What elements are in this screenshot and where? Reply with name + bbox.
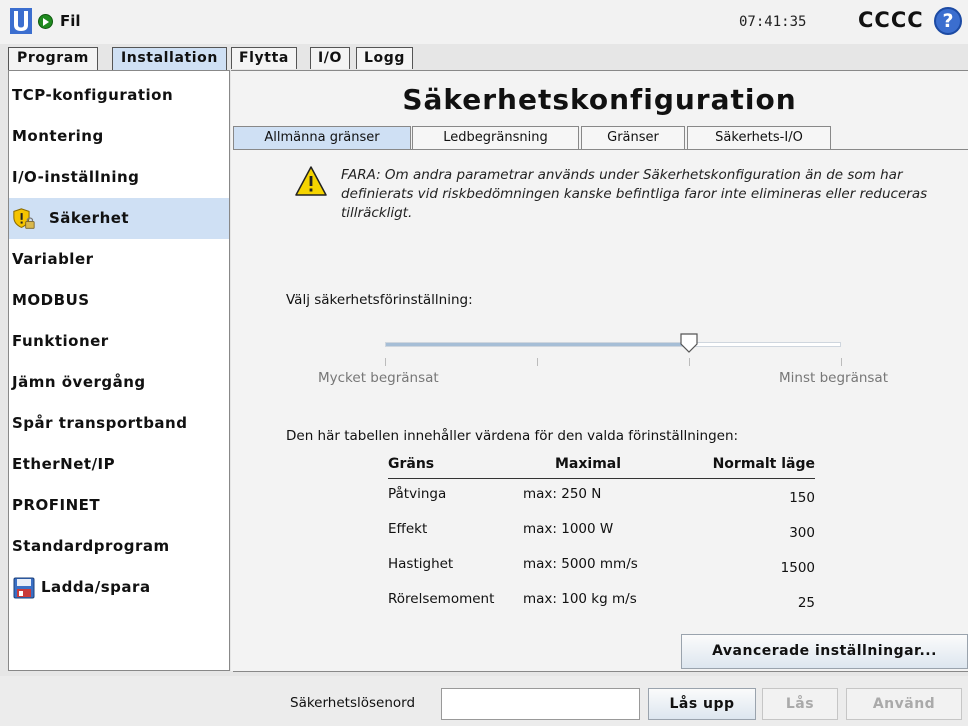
clock: 07:41:35 <box>739 14 807 30</box>
tab-boundaries[interactable]: Gränser <box>581 126 685 149</box>
safety-preset-slider-fill <box>386 343 690 346</box>
page-title: Säkerhetskonfiguration <box>402 83 797 116</box>
robot-name: CCCC <box>858 8 924 32</box>
sidebar-item-load-save[interactable]: Ladda/spara <box>9 567 229 608</box>
tab-program[interactable]: Program <box>8 47 98 70</box>
tab-flytta[interactable]: Flytta <box>231 47 297 69</box>
installation-sidebar: TCP-konfiguration Montering I/O-inställn… <box>8 70 230 671</box>
table-header-divider <box>388 478 815 479</box>
table-cell-limit: Effekt <box>388 521 428 537</box>
column-header-maximum: Maximal <box>555 456 622 472</box>
danger-warning-text: FARA: Om andra parametrar används under … <box>341 167 928 221</box>
table-row: Rörelsemoment max: 100 kg m/s 25 <box>388 591 815 625</box>
ur-logo-icon <box>10 8 32 34</box>
slider-tick <box>689 358 690 366</box>
sidebar-item-tcp-configuration[interactable]: TCP-konfiguration <box>9 75 229 116</box>
safety-configuration-panel: Säkerhetskonfiguration Allmänna gränser … <box>231 70 968 672</box>
table-row: Hastighet max: 5000 mm/s 1500 <box>388 556 815 590</box>
robot-running-status-icon[interactable] <box>38 14 53 29</box>
table-cell-limit: Påtvinga <box>388 486 447 502</box>
sidebar-item-features[interactable]: Funktioner <box>9 321 229 362</box>
advanced-settings-button[interactable]: Avancerade inställningar... <box>681 634 968 669</box>
table-cell-limit: Hastighet <box>388 556 454 572</box>
apply-button[interactable]: Använd <box>846 688 962 720</box>
file-menu[interactable]: Fil <box>60 12 81 30</box>
sidebar-item-smooth-transition[interactable]: Jämn övergång <box>9 362 229 403</box>
safety-preset-slider-track[interactable] <box>385 342 841 347</box>
bottom-bar: Säkerhetslösenord Lås upp Lås Använd <box>0 676 968 726</box>
sidebar-item-mounting[interactable]: Montering <box>9 116 229 157</box>
table-row: Påtvinga max: 250 N 150 <box>388 486 815 520</box>
table-cell-normal: 300 <box>789 525 815 541</box>
tab-io[interactable]: I/O <box>310 47 351 69</box>
floppy-disk-icon <box>13 577 35 599</box>
sidebar-item-default-program[interactable]: Standardprogram <box>9 526 229 567</box>
tab-logg[interactable]: Logg <box>356 47 413 69</box>
sidebar-item-io-setup[interactable]: I/O-inställning <box>9 157 229 198</box>
safety-password-input[interactable] <box>441 688 640 720</box>
safety-preset-slider-handle[interactable] <box>680 333 698 353</box>
table-cell-limit: Rörelsemoment <box>388 591 495 607</box>
table-row: Effekt max: 1000 W 300 <box>388 521 815 555</box>
sidebar-item-label: Säkerhet <box>49 209 130 227</box>
table-cell-normal: 150 <box>789 490 815 506</box>
slider-tick <box>385 358 386 366</box>
table-cell-maximum: max: 100 kg m/s <box>523 591 637 607</box>
table-cell-maximum: max: 250 N <box>523 486 602 502</box>
tab-safety-io[interactable]: Säkerhets-I/O <box>687 126 831 149</box>
table-cell-maximum: max: 5000 mm/s <box>523 556 638 572</box>
column-header-normal-mode: Normalt läge <box>712 456 815 472</box>
top-bar: Fil 07:41:35 CCCC ? <box>0 0 968 44</box>
sidebar-item-variables[interactable]: Variabler <box>9 239 229 280</box>
slider-tick <box>841 358 842 366</box>
lock-button[interactable]: Lås <box>762 688 838 720</box>
sidebar-item-conveyor-tracking[interactable]: Spår transportband <box>9 403 229 444</box>
slider-tick <box>537 358 538 366</box>
slider-max-label: Minst begränsat <box>779 370 888 386</box>
slider-min-label: Mycket begränsat <box>318 370 439 386</box>
safety-password-label: Säkerhetslösenord <box>290 695 416 711</box>
tab-installation[interactable]: Installation <box>112 47 227 71</box>
sidebar-item-safety[interactable]: Säkerhet <box>9 198 229 239</box>
sidebar-item-modbus[interactable]: MODBUS <box>9 280 229 321</box>
unlock-button[interactable]: Lås upp <box>648 688 756 720</box>
shield-warning-lock-icon <box>13 208 35 229</box>
sidebar-item-profinet[interactable]: PROFINET <box>9 485 229 526</box>
preset-label: Välj säkerhetsförinställning: <box>286 292 473 308</box>
warning-triangle-icon <box>295 166 327 196</box>
general-limits-tabpanel: FARA: Om andra parametrar används under … <box>233 149 968 672</box>
tab-joint-limits[interactable]: Ledbegränsning <box>412 126 579 149</box>
table-cell-normal: 1500 <box>780 560 815 576</box>
tab-general-limits[interactable]: Allmänna gränser <box>233 126 411 150</box>
table-intro-text: Den här tabellen innehåller värdena för … <box>286 428 739 444</box>
table-cell-normal: 25 <box>797 595 815 611</box>
help-icon[interactable]: ? <box>934 7 962 35</box>
column-header-limit: Gräns <box>388 456 435 472</box>
sidebar-item-ethernet-ip[interactable]: EtherNet/IP <box>9 444 229 485</box>
table-cell-maximum: max: 1000 W <box>523 521 614 537</box>
sidebar-item-label: Ladda/spara <box>41 578 151 596</box>
